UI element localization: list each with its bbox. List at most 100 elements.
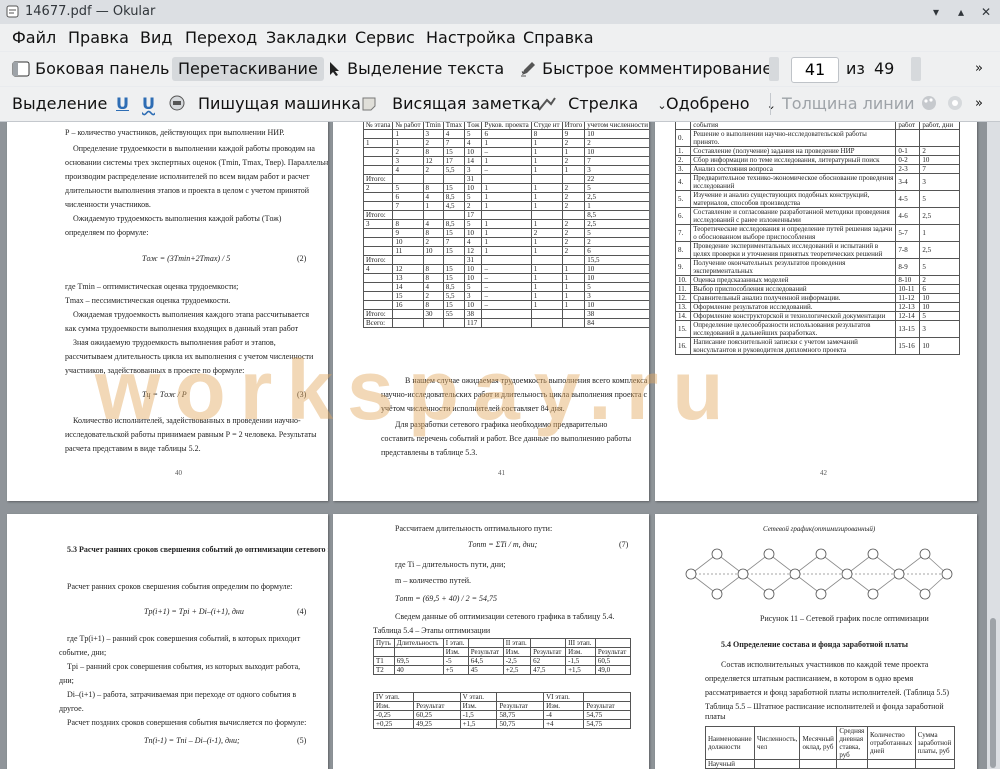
document-viewport[interactable]: Р – количество участников, действующих п…: [0, 122, 1000, 769]
page-spin-up-icon[interactable]: [911, 57, 921, 81]
menu-file[interactable]: Файл: [12, 28, 56, 47]
table-cell: 1: [919, 224, 960, 242]
table-row: 16. Написание пояснительной записки с уче…: [674, 337, 960, 355]
table-cell: 69,5: [393, 656, 444, 666]
page-44: Рассчитаем длительность оптимального пут…: [333, 514, 649, 769]
table-cell: –: [481, 282, 532, 292]
table-cell: 7: [919, 164, 960, 174]
table-cell: Научный: [704, 759, 756, 769]
table-cell: Итого:: [362, 174, 394, 184]
table-cell: 5: [919, 258, 960, 276]
table-cell: 16: [392, 300, 424, 310]
table-cell: [530, 318, 563, 328]
table-cell: V этап.: [459, 692, 498, 702]
color-picker-icon[interactable]: [920, 92, 938, 116]
menu-help[interactable]: Справка: [523, 28, 594, 47]
table-cell: 12-14: [895, 311, 921, 321]
table-cell: 1: [530, 192, 563, 202]
table-cell: [442, 255, 466, 265]
text-select-tool-button[interactable]: Выделение текста ⌄: [328, 57, 529, 81]
highlight-tool-button[interactable]: Выделение: [12, 92, 107, 116]
table-cell: 2: [561, 246, 586, 256]
table-cell: [561, 210, 586, 220]
table-header-row: события работ работ, дни: [674, 122, 960, 130]
table-cell: 2: [561, 192, 586, 202]
table-cell: -0,25: [372, 710, 415, 720]
popup-note-tool-button[interactable]: Висящая заметка: [361, 92, 541, 116]
table-cell: [422, 318, 444, 328]
table-cell: 1: [481, 138, 532, 148]
table-cell: Итого:: [362, 255, 394, 265]
menu-bookmarks[interactable]: Закладки: [266, 28, 347, 47]
menu-tools[interactable]: Сервис: [355, 28, 415, 47]
text-line: Для разработки сетевого графика необходи…: [395, 420, 608, 429]
toolbar2-overflow-icon[interactable]: »: [975, 92, 983, 116]
page-43: 5.3 Расчет ранних сроков свершения событ…: [7, 514, 328, 769]
table-cell: [373, 647, 395, 657]
table-cell: 8: [422, 228, 444, 238]
table-cell: 15: [442, 147, 466, 157]
chevron-down-icon[interactable]: ⌄: [767, 99, 776, 112]
table-cell: 7: [442, 237, 466, 247]
table-cell: 1: [530, 138, 563, 148]
underline-icon[interactable]: U: [116, 92, 129, 116]
menu-edit[interactable]: Правка: [68, 28, 129, 47]
opacity-icon[interactable]: [946, 92, 964, 116]
quick-comment-button[interactable]: Быстрое комментирование: [519, 57, 772, 81]
table-cell: 6: [392, 192, 424, 202]
stamp-select-button[interactable]: Одобрено ⌄: [666, 92, 776, 116]
maximize-icon[interactable]: ▴: [954, 5, 968, 19]
table-cell: 3.: [674, 164, 692, 174]
squiggle-icon[interactable]: U: [142, 92, 155, 116]
scrollbar-thumb[interactable]: [990, 618, 996, 768]
table-cell: [481, 210, 532, 220]
table-cell: Изм.: [442, 647, 469, 657]
table-cell: 58,75: [496, 710, 545, 720]
typewriter-tool-button[interactable]: Пишущая машинка: [198, 92, 361, 116]
table-cell: 3: [362, 219, 394, 229]
table-cell: 8: [530, 129, 563, 139]
menu-settings[interactable]: Настройка: [426, 28, 516, 47]
table-cell: [583, 692, 631, 702]
table-cell: 5: [464, 282, 483, 292]
minimize-icon[interactable]: ▾: [929, 5, 943, 19]
table-cell: 1: [561, 291, 586, 301]
table-cell: 12: [392, 264, 424, 274]
table-cell: [362, 165, 394, 175]
table-cell: Результат: [530, 647, 567, 657]
table-cell: 50,75: [496, 719, 545, 729]
table-cell: [393, 647, 444, 657]
formula-number: (5): [297, 736, 307, 745]
toolbar-overflow-icon[interactable]: »: [975, 57, 983, 81]
vertical-scrollbar[interactable]: [987, 122, 1000, 769]
table-cell: 11: [392, 246, 424, 256]
table-cell: 11-12: [895, 293, 921, 303]
arrow-tool-button[interactable]: Стрелка ⌄: [537, 92, 667, 116]
table-cell: 10-11: [895, 284, 921, 294]
table-cell: 5: [392, 183, 424, 193]
table-cell: +5: [442, 665, 469, 675]
table-cell: 1: [481, 228, 532, 238]
menu-go[interactable]: Переход: [185, 28, 257, 47]
table-cell: 45: [467, 665, 504, 675]
table-cell: Численность, чел: [754, 726, 801, 760]
table-cell: 7: [584, 156, 649, 166]
stamp-tool-icon[interactable]: [168, 92, 186, 116]
browse-tool-button[interactable]: Перетаскивание: [172, 57, 324, 81]
table-cell: 3: [422, 129, 444, 139]
line-width-button[interactable]: Толщина линии: [782, 92, 915, 116]
close-icon[interactable]: ✕: [979, 5, 993, 19]
table-row: 14. Оформление конструкторской и технолог…: [674, 311, 960, 321]
page-spin-down-icon[interactable]: [769, 57, 779, 81]
page-number-input[interactable]: 41: [791, 57, 839, 83]
sidebar-button[interactable]: Боковая панель: [12, 57, 169, 81]
page-41: № этапа № работ Tmin Tmax Tож Руков. проекта С…: [333, 122, 649, 501]
table-cell: 54,75: [583, 710, 631, 720]
table-cell: Tож: [464, 122, 483, 130]
table-row: T2 40 +5 45 +2,5 47,5 +1,5 49,0: [373, 665, 632, 675]
text-line: Tmax – пессимистическая оценка трудоемко…: [65, 296, 231, 305]
menu-view[interactable]: Вид: [140, 28, 172, 47]
table-cell: Студе нт: [530, 122, 563, 130]
table-cell: 9: [561, 129, 586, 139]
table-cell: Итого:: [362, 309, 394, 319]
